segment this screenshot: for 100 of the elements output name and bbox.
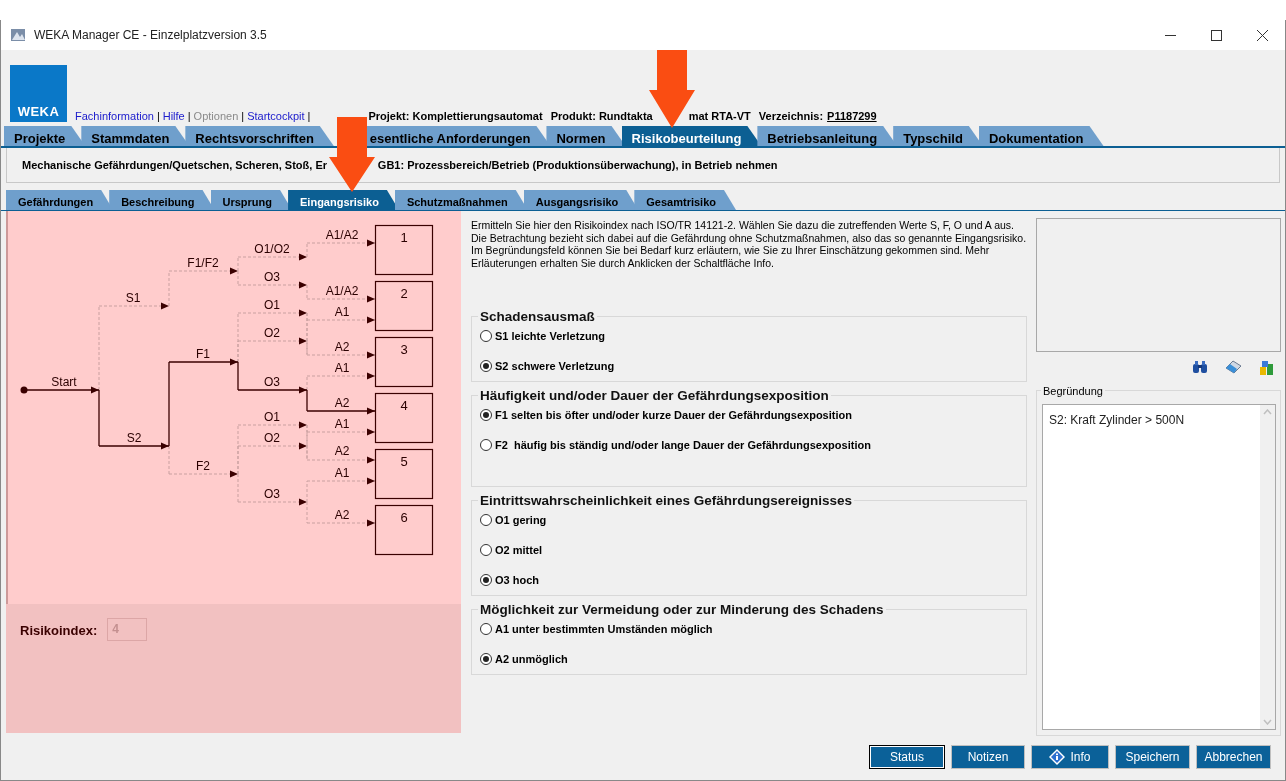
tab[interactable]: Gesamtrisiko xyxy=(634,190,736,210)
instruction-text: Ermitteln Sie hier den Risikoindex nach ISO/TR 14121-2. Wählen Sie dazu die zutreffenden Werte S, F, O und A aus. Die Betrachtung bezieht sich dabei auf die Gefährdung ohne Schutzmaßnahmen, also das so genannte Eingangsrisiko. Im Begründungsfeld können Sie bei Bedarf kurz erläutern, wie Sie zu Ihrer Einschätzung gekommen sind. Mehr Erläuterungen erhalten Sie durch Anklicken der Schaltfläche Info. xyxy=(471,219,1028,269)
close-icon[interactable] xyxy=(1256,29,1268,41)
hazard-title: Mechanische Gefährdungen/Quetschen, Scheren, Stoß, Er xyxy=(22,157,327,173)
directory-label: Verzeichnis: xyxy=(758,108,824,124)
branch-label: A1/A2 xyxy=(325,284,359,298)
branch-label: A1/A2 xyxy=(325,228,359,242)
branch-arrow xyxy=(306,239,376,247)
branch-label: A1 xyxy=(334,305,350,319)
radio-label: O1 gering xyxy=(495,512,547,528)
branch-label: O1 xyxy=(264,298,280,312)
branch-label: O2 xyxy=(264,431,280,445)
info-icon xyxy=(1049,749,1066,765)
radio-label: S2 schwere Verletzung xyxy=(495,358,615,374)
branch-arrow xyxy=(306,351,376,359)
separator: | xyxy=(307,108,311,124)
directory-link[interactable]: P1187299 xyxy=(827,107,877,124)
info-button[interactable]: Info xyxy=(1031,745,1109,769)
radio-label: O2 mittel xyxy=(495,542,543,558)
branch-label: S2 xyxy=(126,431,142,445)
branch-label: F2 xyxy=(196,459,210,473)
branch-arrow xyxy=(306,295,376,303)
radio-label: A1 unter bestimmten Umständen möglich xyxy=(495,621,713,637)
button[interactable]: Speichern xyxy=(1115,745,1190,769)
radio-button[interactable] xyxy=(480,409,492,421)
separator: | xyxy=(156,108,160,124)
branch-arrow xyxy=(237,281,308,289)
risk-class-box: 6 xyxy=(374,504,434,556)
branch-arrow xyxy=(237,337,308,345)
header-link[interactable]: Startcockpit xyxy=(247,107,305,124)
risk-index-label: Risikoindex: xyxy=(20,622,98,640)
separator: | xyxy=(241,108,245,124)
logo: WEKA xyxy=(10,65,67,122)
branch-arrow xyxy=(237,498,308,506)
branch-label: O3 xyxy=(264,270,280,284)
branch-label: O2 xyxy=(264,326,280,340)
binoculars-icon[interactable] xyxy=(1192,360,1208,374)
branch-label: A1 xyxy=(334,417,350,431)
branch-label: A2 xyxy=(334,396,350,410)
branch-label: A1 xyxy=(334,361,350,375)
risk-class-box: 5 xyxy=(374,448,434,500)
radio-label: F1 selten bis öfter und/oder kurze Dauer der Gefährdungsexposition xyxy=(495,407,852,423)
branch-label: F1 xyxy=(196,347,210,361)
risk-class-box: 4 xyxy=(374,392,434,444)
blocks-icon[interactable] xyxy=(1259,360,1275,376)
button[interactable]: Abbrechen xyxy=(1196,745,1271,769)
button[interactable]: Notizen xyxy=(951,745,1025,769)
branch-label: O1 xyxy=(264,410,280,424)
tab[interactable]: Dokumentation xyxy=(978,126,1104,146)
branch-label: A2 xyxy=(334,508,350,522)
radio-button[interactable] xyxy=(480,439,492,451)
branch-arrow xyxy=(306,519,376,527)
branch-label: F1/F2 xyxy=(187,256,219,270)
branch-label: O3 xyxy=(264,375,280,389)
branch-label: A2 xyxy=(334,340,350,354)
radio-button[interactable] xyxy=(480,360,492,372)
header-link[interactable]: Hilfe xyxy=(162,107,185,124)
button[interactable]: Status xyxy=(869,745,945,769)
branch-arrow xyxy=(306,477,376,485)
start-node xyxy=(20,386,28,394)
branch-arrow xyxy=(168,267,239,275)
radio-label: F2 häufig bis ständig und/oder lange Dauer der Gefährdungsexposition xyxy=(495,437,871,453)
branch-label: Start xyxy=(51,375,77,389)
header-link[interactable]: Fachinformation xyxy=(75,107,154,124)
branch-arrow xyxy=(168,470,239,478)
radio-label: A2 unmöglich xyxy=(495,651,568,667)
product-name: mat RTA-VT xyxy=(688,108,751,124)
branch-label: O3 xyxy=(264,487,280,501)
branch-arrow xyxy=(168,358,239,366)
risk-class-box: 2 xyxy=(374,280,434,332)
radio-button[interactable] xyxy=(480,330,492,342)
risk-class-box: 3 xyxy=(374,336,434,388)
branch-label: A1 xyxy=(334,466,350,480)
branch-arrow xyxy=(306,407,376,415)
branch-arrow xyxy=(306,372,376,380)
eraser-icon[interactable] xyxy=(1225,360,1242,374)
branch-arrow xyxy=(98,302,170,310)
radio-button[interactable] xyxy=(480,623,492,635)
radio-label: S1 leichte Verletzung xyxy=(495,328,606,344)
hazard-title: GB1: Prozessbereich/Betrieb (Produktionsüberwachung), in Betrieb nehmen xyxy=(377,157,778,173)
radio-label: O3 hoch xyxy=(495,572,539,588)
tab[interactable]: Rechtsvorschriften xyxy=(185,126,334,146)
app-icon xyxy=(10,27,26,43)
branch-arrow xyxy=(237,442,308,450)
product-name: Produkt: Rundtakta xyxy=(550,108,653,124)
radio-button[interactable] xyxy=(480,653,492,665)
separator: | xyxy=(187,108,191,124)
branch-label: A2 xyxy=(334,444,350,458)
branch-label: O1/O2 xyxy=(254,242,290,256)
radio-button[interactable] xyxy=(480,514,492,526)
project-name: Projekt: Komplettierungsautomat xyxy=(368,108,543,124)
maximize-icon[interactable] xyxy=(1210,29,1222,41)
radio-button[interactable] xyxy=(480,574,492,586)
risk-class-box: 1 xyxy=(374,224,434,276)
branch-arrow xyxy=(98,442,170,450)
branch-label: S1 xyxy=(125,291,141,305)
radio-button[interactable] xyxy=(480,544,492,556)
branch-arrow xyxy=(306,456,376,464)
branch-arrow xyxy=(237,386,308,394)
window-title: WEKA Manager CE - Einzelplatzversion 3.5 xyxy=(34,27,267,44)
